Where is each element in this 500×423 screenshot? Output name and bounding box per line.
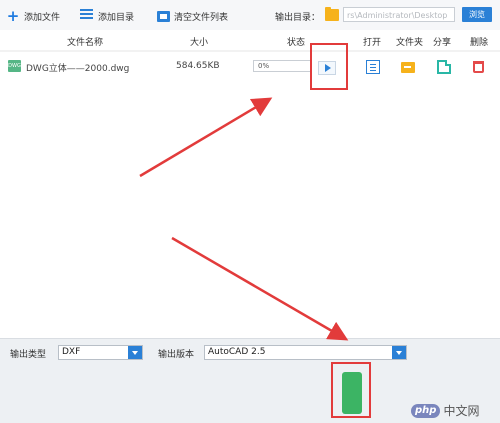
header-name: 文件名称: [67, 38, 104, 48]
chevron-down-icon: [392, 346, 406, 359]
table-row[interactable]: DWG DWG立体——2000.dwg 584.65KB 0%: [0, 52, 500, 80]
output-version-label: 输出版本: [158, 350, 195, 360]
clear-list-button[interactable]: 清空文件列表: [157, 7, 228, 25]
toolbar: + 添加文件 添加目录 清空文件列表 输出目录： rs\Administrato…: [0, 0, 500, 31]
file-list-area: [0, 80, 500, 338]
header-status: 状态: [287, 38, 306, 48]
table-header: 文件名称 大小 状态 打开 文件夹 分享 删除: [0, 30, 500, 50]
watermark-text: 中文网: [443, 404, 480, 418]
highlight-box-play: [310, 43, 348, 90]
add-directory-label: 添加目录: [98, 12, 135, 23]
add-file-button[interactable]: + 添加文件: [6, 7, 60, 25]
header-open: 打开: [363, 38, 382, 48]
watermark: php 中文网: [411, 402, 479, 419]
file-size: 584.65KB: [176, 61, 220, 71]
output-path-field[interactable]: rs\Administrator\Desktop: [343, 7, 455, 22]
clear-icon: [157, 10, 170, 22]
list-icon: [80, 9, 94, 23]
open-icon[interactable]: [366, 60, 380, 74]
browse-button[interactable]: 浏览: [462, 7, 492, 22]
share-icon[interactable]: [437, 60, 451, 74]
progress-text: 0%: [258, 62, 270, 70]
add-directory-button[interactable]: 添加目录: [80, 7, 134, 25]
chevron-down-icon: [128, 346, 142, 359]
add-icon: +: [6, 7, 20, 25]
folder-icon[interactable]: [325, 7, 339, 21]
open-folder-icon[interactable]: [401, 62, 415, 73]
output-type-value: DXF: [62, 347, 81, 357]
clear-list-label: 清空文件列表: [174, 12, 229, 23]
header-folder: 文件夹: [396, 38, 424, 48]
output-version-value: AutoCAD 2.5: [208, 347, 266, 357]
dwg-file-icon: DWG: [8, 60, 21, 72]
output-version-select[interactable]: AutoCAD 2.5: [204, 345, 407, 360]
add-file-label: 添加文件: [24, 12, 61, 23]
file-name: DWG立体——2000.dwg: [26, 64, 130, 74]
php-logo: php: [411, 403, 441, 418]
output-type-select[interactable]: DXF: [58, 345, 143, 360]
output-dir-label: 输出目录：: [275, 13, 321, 23]
highlight-box-convert: [331, 362, 371, 418]
progress-bar: 0%: [253, 60, 311, 72]
output-type-label: 输出类型: [10, 350, 47, 360]
header-delete: 删除: [470, 38, 489, 48]
header-share: 分享: [433, 38, 452, 48]
delete-icon[interactable]: [473, 61, 484, 73]
header-size: 大小: [190, 38, 209, 48]
